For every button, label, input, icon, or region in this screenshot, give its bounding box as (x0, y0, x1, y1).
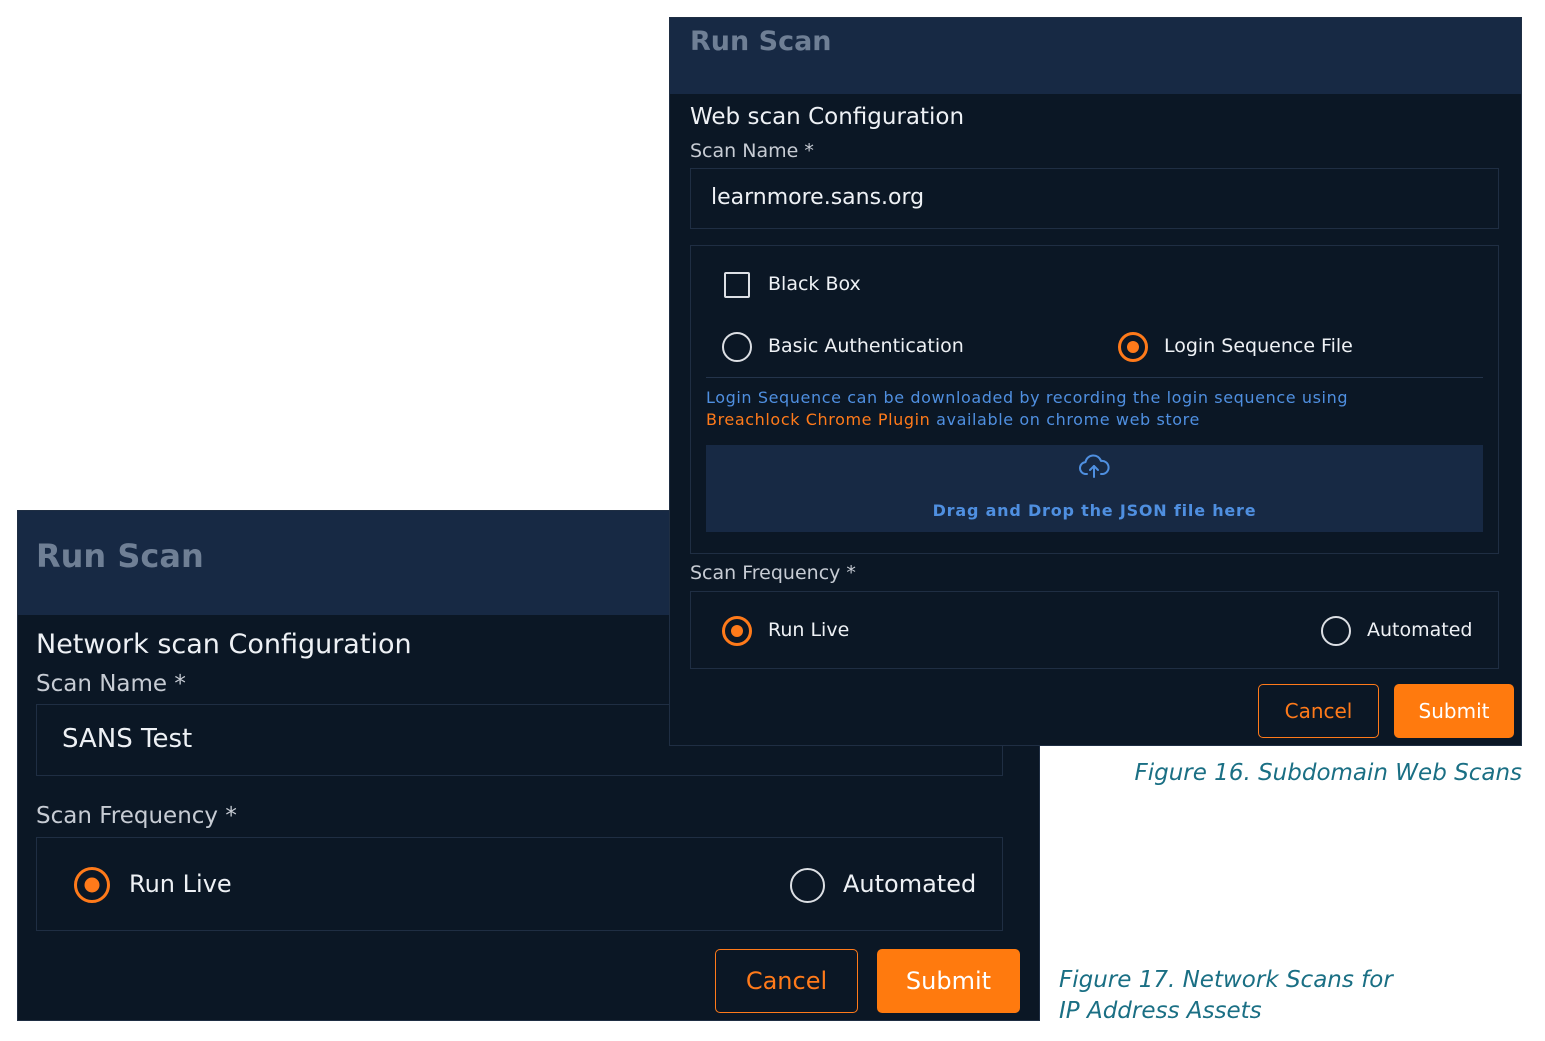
scan-name-label: Scan Name * (690, 140, 814, 162)
auth-options-box: Black Box Basic Authentication Login Seq… (690, 245, 1499, 554)
frequency-group: Run Live Automated (690, 591, 1499, 669)
run-live-radio[interactable] (74, 867, 110, 903)
login-sequence-info: Login Sequence can be downloaded by reco… (706, 387, 1496, 431)
divider (706, 377, 1483, 378)
dialog-title: Run Scan (690, 26, 832, 57)
automated-label[interactable]: Automated (843, 870, 976, 898)
basic-auth-label[interactable]: Basic Authentication (768, 335, 964, 357)
figure-17-caption-line1: Figure 17. Network Scans for (1059, 967, 1393, 993)
cloud-upload-icon (1078, 453, 1110, 479)
scan-name-value: learnmore.sans.org (711, 185, 925, 210)
basic-auth-radio[interactable] (722, 332, 752, 362)
run-live-label[interactable]: Run Live (129, 870, 232, 898)
automated-radio[interactable] (1321, 616, 1351, 646)
figure-16-caption: Figure 16. Subdomain Web Scans (1134, 760, 1522, 786)
section-title: Network scan Configuration (36, 629, 412, 660)
black-box-checkbox[interactable] (724, 272, 750, 298)
dropzone-text: Drag and Drop the JSON file here (932, 501, 1257, 520)
automated-radio[interactable] (790, 868, 825, 903)
login-sequence-radio[interactable] (1118, 332, 1148, 362)
info-text-2: available on chrome web store (936, 410, 1200, 429)
chrome-plugin-link[interactable]: Breachlock Chrome Plugin (706, 410, 930, 429)
frequency-label: Scan Frequency * (690, 562, 856, 584)
login-sequence-label[interactable]: Login Sequence File (1164, 335, 1353, 357)
figure-17-caption-line2: IP Address Assets (1059, 998, 1262, 1024)
info-text-1: Login Sequence can be downloaded by reco… (706, 388, 1349, 407)
frequency-label: Scan Frequency * (36, 803, 237, 829)
figure-17-caption: Figure 17. Network Scans for IP Address … (1059, 965, 1393, 1027)
dialog-header: Run Scan (670, 18, 1521, 94)
dialog-title: Run Scan (36, 537, 204, 575)
submit-button[interactable]: Submit (1394, 684, 1514, 738)
run-live-label[interactable]: Run Live (768, 619, 849, 641)
scan-name-input[interactable]: learnmore.sans.org (690, 168, 1499, 229)
submit-button[interactable]: Submit (877, 949, 1020, 1013)
cancel-button[interactable]: Cancel (715, 949, 858, 1013)
section-title: Web scan Configuration (690, 104, 965, 130)
cancel-button[interactable]: Cancel (1258, 684, 1379, 738)
web-scan-dialog: Run Scan Web scan Configuration Scan Nam… (669, 17, 1522, 746)
scan-name-label: Scan Name * (36, 671, 186, 697)
json-dropzone[interactable]: Drag and Drop the JSON file here (706, 445, 1483, 532)
frequency-group: Run Live Automated (36, 837, 1003, 931)
black-box-label[interactable]: Black Box (768, 273, 861, 295)
run-live-radio[interactable] (722, 616, 752, 646)
scan-name-value: SANS Test (62, 724, 193, 754)
automated-label[interactable]: Automated (1367, 619, 1472, 641)
